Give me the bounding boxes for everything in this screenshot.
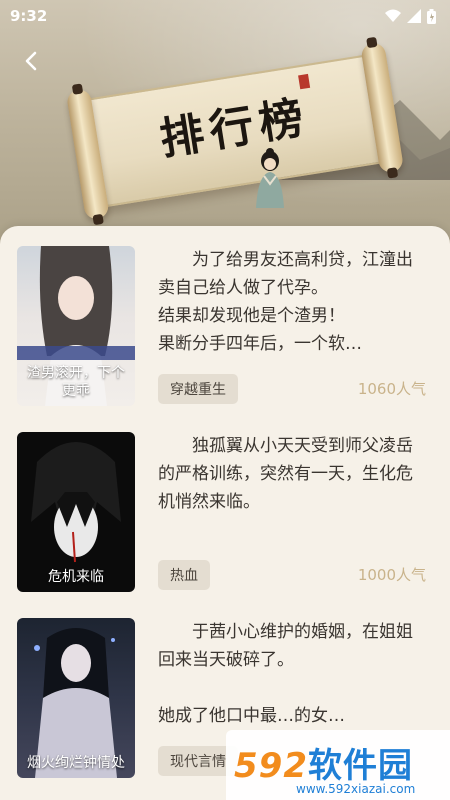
book-cover[interactable]: 渣男滚开，下个更乖 (17, 246, 135, 406)
status-bar: 9:32 (0, 0, 450, 32)
category-tag[interactable]: 热血 (158, 560, 210, 590)
status-icons (385, 8, 436, 24)
roll-cap (366, 36, 378, 49)
scholar-figure-illustration (256, 148, 284, 208)
header-banner: 9:32 排行榜 (0, 0, 450, 260)
popularity-count: 1060人气 (357, 380, 426, 398)
cover-caption: 危机来临 (48, 569, 104, 585)
cover-caption: 烟火绚烂钟情处 (27, 755, 125, 771)
roll-cap (92, 213, 104, 226)
category-tag[interactable]: 穿越重生 (158, 374, 238, 404)
book-item[interactable]: 危机来临 独孤翼从小天天受到师父凌岳的严格训练，突然有一天，生化危机悄然来临。 … (0, 412, 450, 592)
book-cover[interactable]: 危机来临 (17, 432, 135, 592)
ranking-list: 渣男滚开，下个更乖 为了给男友还高利贷，江潼出卖自己给人做了代孕。 结果却发现他… (0, 226, 450, 800)
book-description: 独孤翼从小天天受到师父凌岳的严格训练，突然有一天，生化危机悄然来临。 (158, 436, 413, 512)
title-scroll: 排行榜 (61, 36, 409, 226)
signal-icon (407, 9, 421, 23)
book-cover[interactable]: 烟火绚烂钟情处 (17, 618, 135, 778)
book-description: 为了给男友还高利贷，江潼出卖自己给人做了代孕。 结果却发现他是个渣男！ 果断分手… (158, 250, 413, 354)
watermark-brand: 软件园 (307, 746, 413, 786)
battery-icon (427, 8, 436, 24)
cover-caption: 渣男滚开，下个更乖 (27, 365, 125, 399)
status-time: 9:32 (10, 7, 48, 25)
book-description: 于茜小心维护的婚姻，在姐姐回来当天破碎了。 她成了他口中最…的女… (158, 622, 413, 726)
popularity-count: 1000人气 (357, 566, 426, 584)
red-seal (298, 73, 311, 90)
watermark: 592软件园 www.592xiazai.com (226, 730, 450, 800)
chevron-left-icon (25, 51, 37, 71)
roll-cap (71, 83, 84, 95)
back-button[interactable] (14, 44, 48, 78)
watermark-number: 592 (234, 746, 308, 786)
watermark-logo: 592软件园 (234, 738, 413, 787)
wifi-icon (385, 9, 401, 22)
book-item[interactable]: 渣男滚开，下个更乖 为了给男友还高利贷，江潼出卖自己给人做了代孕。 结果却发现他… (0, 226, 450, 406)
watermark-url: www.592xiazai.com (296, 782, 416, 796)
roll-cap (386, 167, 399, 179)
